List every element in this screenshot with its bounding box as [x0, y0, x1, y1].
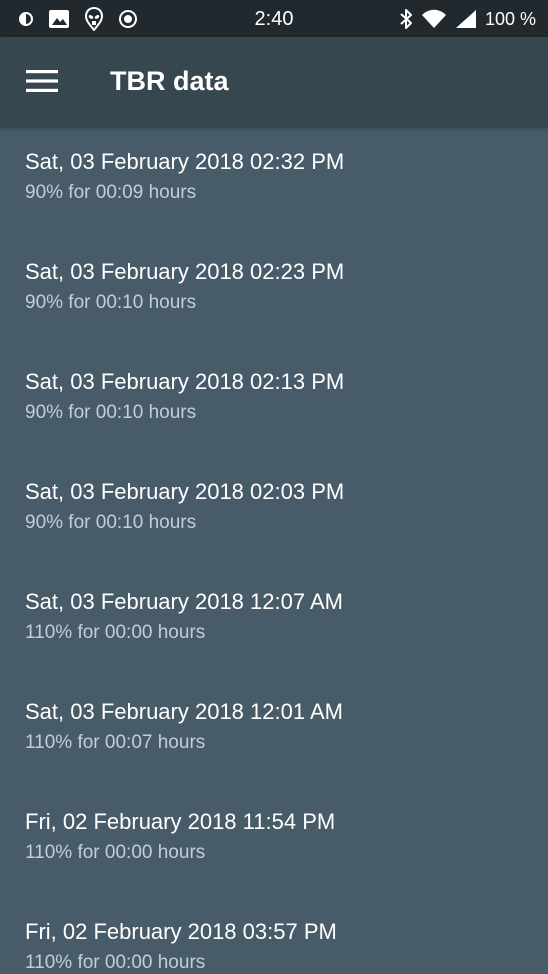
item-datetime: Sat, 03 February 2018 02:13 PM — [25, 369, 345, 394]
hamburger-menu-icon[interactable] — [22, 63, 62, 99]
item-datetime: Sat, 03 February 2018 02:03 PM — [25, 479, 345, 504]
item-rate-duration: 90% for 00:09 hours — [25, 182, 197, 203]
app-bar: TBR data — [0, 37, 548, 126]
item-rate-duration: 110% for 00:00 hours — [25, 842, 206, 863]
item-datetime: Sat, 03 February 2018 02:23 PM — [25, 259, 345, 284]
item-datetime: Sat, 03 February 2018 12:07 AM — [25, 589, 343, 614]
list-item[interactable]: Sat, 03 February 2018 02:23 PM 90% for 0… — [0, 236, 548, 346]
list-item[interactable]: Sat, 03 February 2018 02:03 PM 90% for 0… — [0, 456, 548, 566]
item-rate-duration: 90% for 00:10 hours — [25, 292, 197, 313]
list-item[interactable]: Sat, 03 February 2018 02:13 PM 90% for 0… — [0, 346, 548, 456]
item-datetime: Sat, 03 February 2018 12:01 AM — [25, 699, 343, 724]
wifi-icon — [421, 9, 447, 29]
item-rate-duration: 90% for 00:10 hours — [25, 402, 197, 423]
item-rate-duration: 110% for 00:00 hours — [25, 622, 206, 643]
page-title: TBR data — [110, 66, 229, 96]
list-item[interactable]: Sat, 03 February 2018 12:01 AM 110% for … — [0, 676, 548, 786]
status-bar: 2:40 100 % — [0, 0, 548, 37]
item-datetime: Fri, 02 February 2018 03:57 PM — [25, 919, 337, 944]
status-right-icons: 100 % — [399, 7, 536, 31]
list-item[interactable]: Sat, 03 February 2018 02:32 PM 90% for 0… — [0, 126, 548, 236]
battery-label: 100 % — [484, 8, 536, 29]
bluetooth-icon — [399, 8, 413, 30]
item-rate-duration: 110% for 00:00 hours — [25, 952, 206, 973]
list-item[interactable]: Fri, 02 February 2018 03:57 PM 110% for … — [0, 896, 548, 974]
signal-icon — [455, 9, 477, 29]
item-datetime: Fri, 02 February 2018 11:54 PM — [25, 809, 336, 834]
item-datetime: Sat, 03 February 2018 02:32 PM — [25, 149, 345, 174]
tbr-list: Sat, 03 February 2018 02:32 PM 90% for 0… — [0, 126, 548, 974]
list-item[interactable]: Fri, 02 February 2018 11:54 PM 110% for … — [0, 786, 548, 896]
item-rate-duration: 90% for 00:10 hours — [25, 512, 197, 533]
item-rate-duration: 110% for 00:07 hours — [25, 732, 206, 753]
list-item[interactable]: Sat, 03 February 2018 12:07 AM 110% for … — [0, 566, 548, 676]
